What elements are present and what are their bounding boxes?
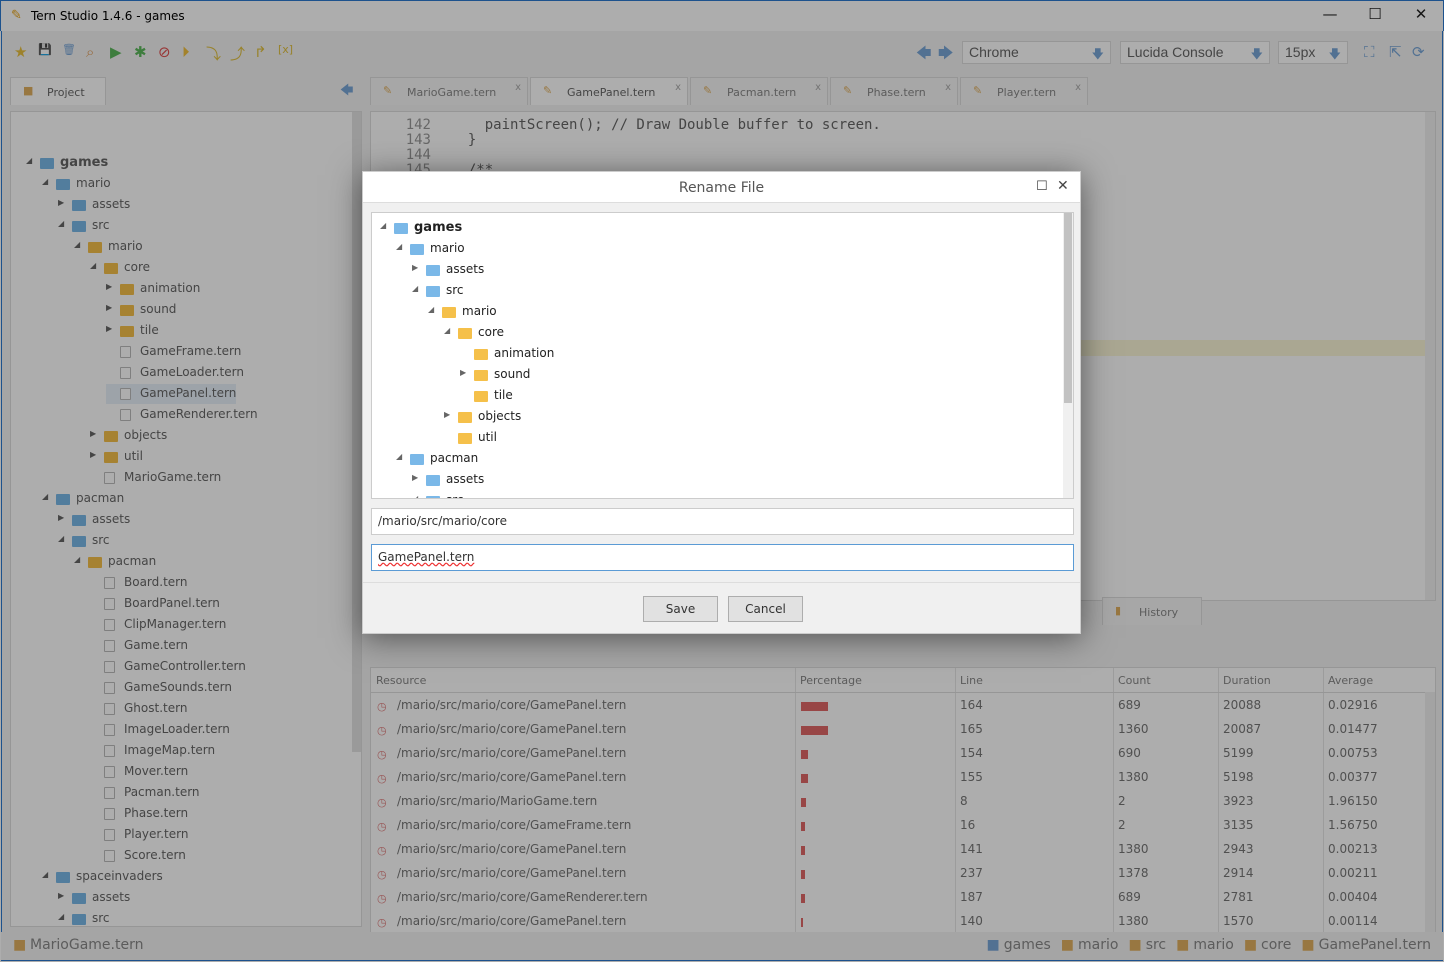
save-button[interactable]: Save xyxy=(643,596,718,622)
chevron-right-icon[interactable]: ▶ xyxy=(412,263,418,272)
tree-label: animation xyxy=(494,346,555,360)
chevron-down-icon[interactable]: ◢ xyxy=(396,452,402,461)
tree-label: mario xyxy=(430,241,465,255)
path-field[interactable]: /mario/src/mario/core xyxy=(371,508,1074,535)
chevron-down-icon[interactable]: ◢ xyxy=(412,494,418,498)
folder-icon xyxy=(410,244,424,255)
tree-folder[interactable]: ▶ objects xyxy=(444,407,744,427)
tree-folder[interactable]: ◢ src xyxy=(412,491,712,498)
folder-icon xyxy=(426,475,440,486)
chevron-down-icon[interactable]: ◢ xyxy=(412,284,418,293)
tree-label: sound xyxy=(494,367,531,381)
folder-icon xyxy=(426,496,440,498)
folder-icon xyxy=(474,370,488,381)
chevron-down-icon[interactable]: ◢ xyxy=(380,221,386,230)
folder-icon xyxy=(474,391,488,402)
filename-field[interactable]: GamePanel.tern xyxy=(371,544,1074,571)
cancel-button[interactable]: Cancel xyxy=(728,596,803,622)
rename-file-dialog: Rename File ☐ ✕ ◢ games ◢ mario ▶ assets ◢ src ◢… xyxy=(362,171,1081,634)
chevron-right-icon[interactable]: ▶ xyxy=(460,368,466,377)
tree-label: src xyxy=(446,283,464,297)
folder-icon xyxy=(426,286,440,297)
tree-label: util xyxy=(478,430,497,444)
chevron-right-icon[interactable]: ▶ xyxy=(444,410,450,419)
tree-label: objects xyxy=(478,409,522,423)
tree-label: core xyxy=(478,325,504,339)
tree-folder[interactable]: ◢ mario xyxy=(396,239,696,259)
tree-label: src xyxy=(446,493,464,498)
tree-folder[interactable]: ◢ pacman xyxy=(396,449,696,469)
tree-folder[interactable]: ▶ assets xyxy=(412,470,712,490)
chevron-down-icon[interactable]: ◢ xyxy=(396,242,402,251)
folder-icon xyxy=(474,349,488,360)
tree-label: assets xyxy=(446,262,485,276)
maximize-icon[interactable]: ☐ xyxy=(1036,179,1048,194)
tree-folder[interactable]: tile xyxy=(460,386,760,406)
folder-icon xyxy=(442,307,456,318)
folder-icon xyxy=(458,412,472,423)
tree-folder[interactable]: ◢ mario xyxy=(428,302,728,322)
tree-label: mario xyxy=(462,304,497,318)
folder-icon xyxy=(458,433,472,444)
tree-folder[interactable]: ◢ games xyxy=(380,218,680,238)
dialog-title: Rename File xyxy=(363,172,1080,203)
chevron-down-icon[interactable]: ◢ xyxy=(428,305,434,314)
tree-label: games xyxy=(414,220,463,235)
folder-tree: ◢ games ◢ mario ▶ assets ◢ src ◢ mario ◢ core animat… xyxy=(371,212,1074,499)
folder-icon xyxy=(410,454,424,465)
tree-folder[interactable]: ◢ src xyxy=(412,281,712,301)
folder-icon xyxy=(394,223,408,234)
folder-icon xyxy=(458,328,472,339)
close-icon[interactable]: ✕ xyxy=(1057,178,1069,194)
tree-folder[interactable]: util xyxy=(444,428,744,448)
tree-label: tile xyxy=(494,388,513,402)
scrollbar[interactable] xyxy=(1063,213,1073,498)
chevron-right-icon[interactable]: ▶ xyxy=(412,473,418,482)
folder-icon xyxy=(426,265,440,276)
tree-folder[interactable]: animation xyxy=(460,344,760,364)
tree-folder[interactable]: ▶ assets xyxy=(412,260,712,280)
tree-folder[interactable]: ◢ core xyxy=(444,323,744,343)
tree-folder[interactable]: ▶ sound xyxy=(460,365,760,385)
tree-label: pacman xyxy=(430,451,479,465)
chevron-down-icon[interactable]: ◢ xyxy=(444,326,450,335)
tree-label: assets xyxy=(446,472,485,486)
